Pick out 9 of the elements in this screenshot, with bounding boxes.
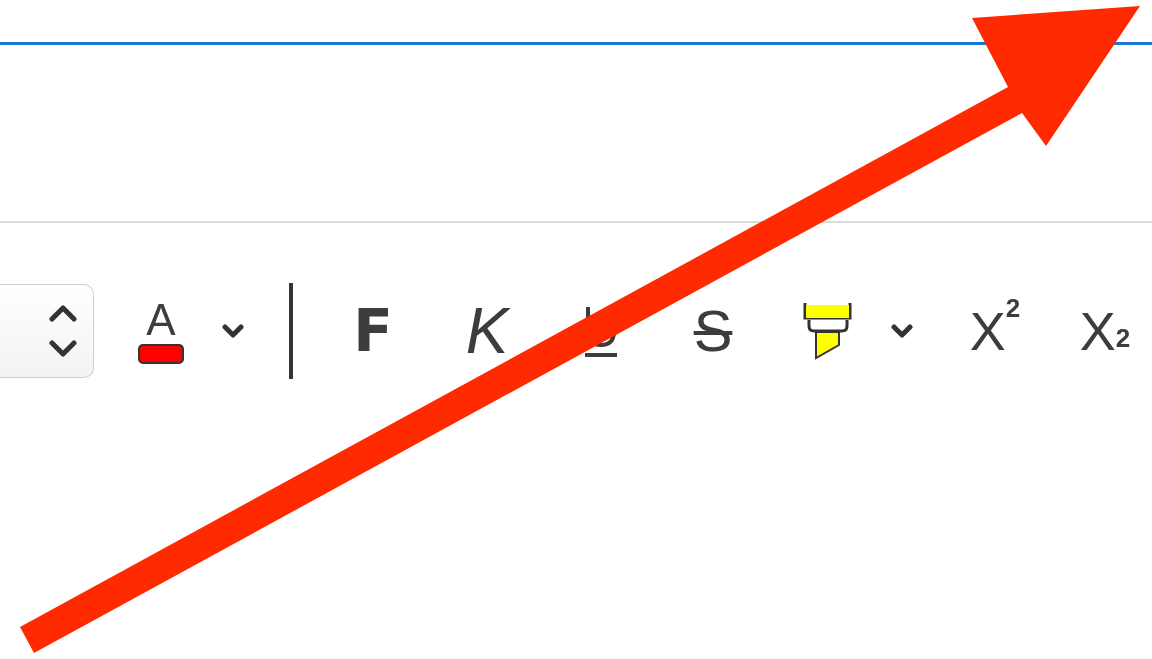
- script-button[interactable]: X$^{2}$: [959, 296, 1031, 366]
- bold-button[interactable]: F: [343, 294, 403, 368]
- caret-icon[interactable]: [222, 324, 244, 338]
- highlighter-icon[interactable]: [803, 301, 853, 361]
- caret-icon[interactable]: [891, 324, 913, 338]
- strikethrough-button[interactable]: S: [683, 294, 743, 368]
- font-color-button[interactable]: A: [132, 294, 190, 368]
- italic-button[interactable]: K: [455, 291, 519, 371]
- font-size-stepper[interactable]: [0, 284, 94, 378]
